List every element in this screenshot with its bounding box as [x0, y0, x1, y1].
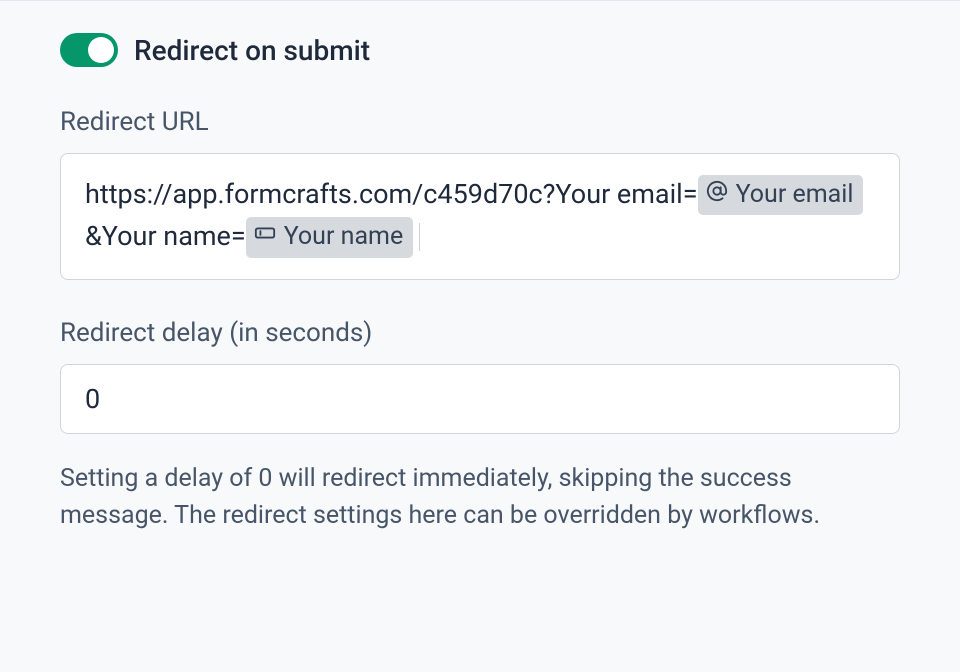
url-text-mid: &Your name=	[85, 220, 246, 252]
redirect-on-submit-label: Redirect on submit	[134, 34, 370, 67]
redirect-url-input[interactable]: https://app.formcrafts.com/c459d70c?Your…	[60, 153, 900, 280]
variable-chip-name[interactable]: Your name	[246, 217, 414, 258]
redirect-url-label: Redirect URL	[60, 107, 900, 137]
redirect-toggle-row: Redirect on submit	[60, 33, 900, 67]
redirect-help-text: Setting a delay of 0 will redirect immed…	[60, 460, 900, 535]
text-field-icon	[254, 218, 276, 257]
url-text-prefix: https://app.formcrafts.com/c459d70c?Your…	[85, 178, 698, 210]
toggle-knob	[88, 37, 114, 63]
redirect-delay-input[interactable]: 0	[60, 364, 900, 434]
redirect-delay-label: Redirect delay (in seconds)	[60, 318, 900, 348]
text-cursor	[419, 223, 420, 251]
at-icon	[706, 176, 728, 215]
redirect-on-submit-toggle[interactable]	[60, 33, 118, 67]
variable-chip-email[interactable]: Your email	[698, 175, 864, 216]
delay-value: 0	[85, 383, 100, 415]
chip-label: Your name	[284, 218, 404, 257]
chip-label: Your email	[736, 176, 854, 215]
redirect-settings-panel: Redirect on submit Redirect URL https://…	[0, 0, 960, 567]
